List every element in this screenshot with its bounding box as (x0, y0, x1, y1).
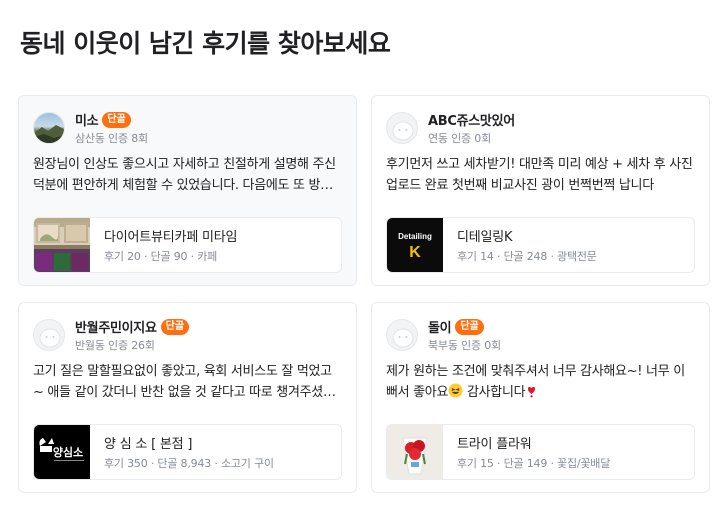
review-card[interactable]: 돌이 단골 북부동 인증 0회 제가 원하는 조건에 맞춰주셔서 너무 감사해요… (371, 302, 710, 493)
user-name: ABC쥬스맛있어 (428, 114, 515, 129)
yangsimso-logo-icon: 양심소 (39, 438, 84, 461)
landscape-photo-icon (34, 125, 64, 143)
user-avatar (386, 112, 418, 144)
user-location-verification: 반월동 인증 26회 (75, 338, 155, 352)
business-name: 디테일링K (457, 230, 513, 245)
logo-letter: K (409, 244, 421, 261)
review-text: 고기 질은 말할필요없이 좋았고, 육회 서비스도 잘 먹었고~ 애들 같이 갔… (33, 364, 335, 400)
review-card[interactable]: ABC쥬스맛있어 연동 인증 0회 후기먼저 쓰고 세차받기! 대만족 미리 예… (371, 95, 710, 286)
business-thumbnail: Detailing K (387, 218, 443, 272)
regular-badge: 단골 (455, 318, 484, 335)
business-link[interactable]: 다이어트뷰티카페 미타임 후기 20 · 단골 90 · 카페 (33, 217, 342, 273)
business-thumbnail (387, 425, 443, 479)
review-author[interactable]: 미소 단골 삼산동 인증 8회 (33, 110, 342, 146)
business-thumbnail: 양심소 (34, 425, 90, 479)
review-author[interactable]: 반월주민이지요 단골 반월동 인증 26회 (33, 317, 342, 353)
default-avatar-icon (39, 328, 61, 348)
grinning-emoji-icon (448, 383, 463, 398)
regular-badge: 단골 (160, 318, 190, 335)
logo-text: 양심소 (53, 445, 83, 459)
business-name: 트라이 플라워 (457, 437, 532, 452)
business-link[interactable]: 트라이 플라워 후기 15 · 단골 149 · 꽃집/꽃배달 (386, 424, 695, 480)
review-author[interactable]: 돌이 단골 북부동 인증 0회 (386, 317, 695, 353)
review-text-tail: 감사합니다 (463, 385, 526, 400)
cafe-photo-icon (34, 218, 90, 272)
user-name: 반월주민이지요 (75, 321, 157, 336)
default-avatar-icon (392, 121, 414, 141)
business-stats: 후기 20 · 단골 90 · 카페 (104, 250, 218, 263)
flower-bouquet-photo-icon (387, 425, 443, 479)
business-name: 다이어트뷰티카페 미타임 (104, 230, 238, 245)
review-card[interactable]: 반월주민이지요 단골 반월동 인증 26회 고기 질은 말할필요없이 좋았고, … (18, 302, 357, 493)
logo-text: Detailing (398, 232, 432, 241)
business-thumbnail (34, 218, 90, 272)
heart-exclamation-icon (528, 387, 536, 398)
business-link[interactable]: Detailing K 디테일링K 후기 14 · 단골 248 · 광택전문 (386, 217, 695, 273)
user-avatar (33, 319, 65, 351)
user-location-verification: 삼산동 인증 8회 (75, 131, 148, 145)
user-name: 미소 (75, 114, 99, 129)
review-text: 제가 원하는 조건에 맞춰주셔서 너무 감사해요~! 너무 이뻐서 좋아요 감사… (386, 361, 695, 403)
regular-badge: 단골 (102, 111, 131, 128)
detailing-logo-icon: Detailing K (398, 232, 432, 261)
user-avatar (386, 319, 418, 351)
business-name: 양 심 소 [ 본점 ] (104, 437, 193, 452)
page-title: 동네 이웃이 남긴 후기를 찾아보세요 (20, 29, 391, 58)
user-avatar (33, 112, 65, 144)
review-grid: 미소 단골 삼산동 인증 8회 원장님이 인상도 좋으시고 자세하고 친절하게 … (18, 95, 710, 493)
review-card[interactable]: 미소 단골 삼산동 인증 8회 원장님이 인상도 좋으시고 자세하고 친절하게 … (18, 95, 357, 286)
review-text: 후기먼저 쓰고 세차받기! 대만족 미리 예상 + 세차 후 사진 업로드 완료… (386, 157, 693, 193)
business-stats: 후기 14 · 단골 248 · 광택전문 (457, 250, 597, 263)
user-location-verification: 연동 인증 0회 (428, 131, 491, 145)
user-name: 돌이 (428, 321, 452, 336)
review-text: 원장님이 인상도 좋으시고 자세하고 친절하게 설명해 주신 덕분에 편안하게 … (33, 157, 336, 193)
business-stats: 후기 350 · 단골 8,943 · 소고기 구이 (104, 457, 274, 470)
business-link[interactable]: 양심소 양 심 소 [ 본점 ] 후기 350 · 단골 8,943 · 소고기… (33, 424, 342, 480)
review-author[interactable]: ABC쥬스맛있어 연동 인증 0회 (386, 110, 695, 146)
default-avatar-icon (392, 328, 414, 348)
business-stats: 후기 15 · 단골 149 · 꽃집/꽃배달 (457, 457, 611, 470)
user-location-verification: 북부동 인증 0회 (428, 338, 501, 352)
